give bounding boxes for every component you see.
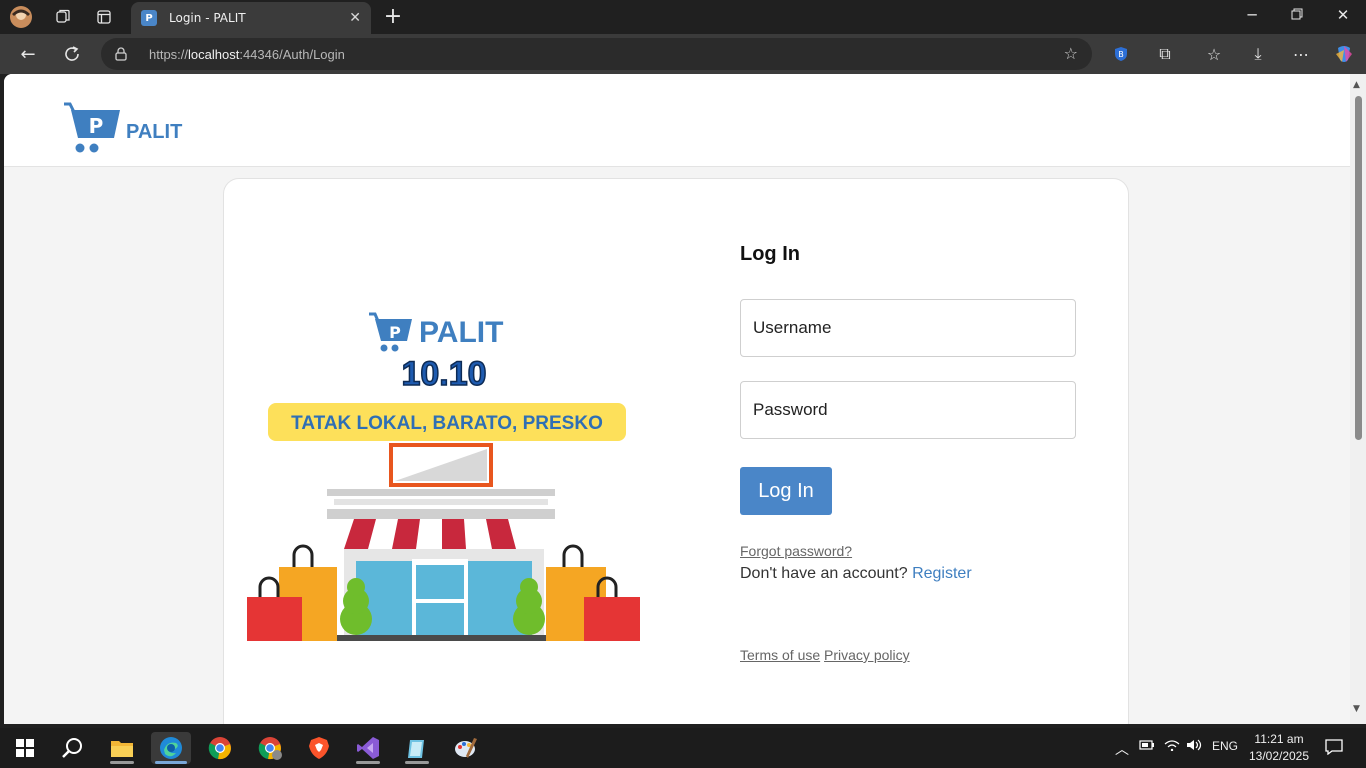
url-text: https://localhost:44346/Auth/Login	[149, 46, 345, 62]
password-input[interactable]	[740, 381, 1076, 439]
tab-title: Login - PALIT	[169, 11, 246, 25]
close-tab-icon[interactable]: ✕	[349, 10, 361, 26]
promo-brand: PALIT	[419, 316, 503, 349]
register-prompt: Don't have an account? Register	[740, 565, 972, 583]
scroll-up-icon[interactable]: ▲	[1353, 80, 1360, 90]
svg-text:P: P	[89, 114, 104, 138]
promo-store-illustration: P PALIT 10.10 TATAK LOKAL, BARATO, PRESK…	[247, 312, 640, 641]
privacy-policy-link[interactable]: Privacy policy	[824, 647, 910, 663]
file-explorer-icon[interactable]	[102, 732, 142, 764]
notepad-app-icon[interactable]	[397, 732, 437, 764]
login-card: P PALIT 10.10 TATAK LOKAL, BARATO, PRESK…	[223, 178, 1129, 724]
svg-text:B: B	[1118, 50, 1124, 59]
show-hidden-icons-chevron-up-icon[interactable]: ︿	[1115, 739, 1129, 759]
clock-date: 13/02/2025	[1248, 749, 1310, 763]
restore-icon[interactable]	[1285, 6, 1309, 24]
promo-date: 10.10	[401, 355, 486, 393]
site-header: P PALIT	[4, 74, 1350, 167]
register-link[interactable]: Register	[912, 565, 972, 582]
lock-icon[interactable]	[115, 47, 129, 61]
address-bar[interactable]: https://localhost:44346/Auth/Login ☆	[101, 38, 1092, 70]
legal-links: Terms of use Privacy policy	[740, 647, 910, 663]
copilot-icon[interactable]	[1331, 42, 1357, 66]
battery-icon[interactable]	[1139, 739, 1155, 754]
refresh-icon[interactable]	[59, 42, 85, 66]
more-menu-icon[interactable]: ⋯	[1288, 42, 1314, 66]
browser-titlebar: P Login - PALIT ✕ + ─ ✕	[0, 0, 1366, 34]
language-indicator[interactable]: ENG	[1212, 739, 1238, 753]
notepad-indicator	[405, 761, 429, 764]
notifications-icon[interactable]	[1325, 739, 1343, 758]
forgot-password-link[interactable]: Forgot password?	[740, 543, 852, 559]
volume-icon[interactable]	[1186, 739, 1204, 754]
brand-name: PALIT	[126, 120, 183, 143]
page-viewport: P PALIT P PALIT 10.10 TATAK LOKAL, BARAT…	[4, 74, 1366, 724]
system-clock[interactable]: 11:21 am 13/02/2025	[1244, 731, 1314, 765]
workspaces-icon[interactable]	[50, 5, 76, 29]
visual-studio-icon[interactable]	[348, 732, 388, 764]
favicon-icon: P	[141, 10, 157, 26]
windows-taskbar: ︿ ENG 11:21 am 13/02/2025	[0, 728, 1366, 768]
promo-cart-logo-icon: P	[369, 312, 412, 352]
downloads-icon[interactable]: ⤓	[1245, 42, 1271, 66]
browser-toolbar: ← https://localhost:44346/Auth/Login ☆ B…	[0, 34, 1366, 74]
close-window-icon[interactable]: ✕	[1331, 6, 1355, 24]
scroll-thumb[interactable]	[1355, 96, 1362, 440]
wifi-icon[interactable]	[1164, 739, 1180, 754]
search-icon[interactable]	[52, 732, 92, 764]
paint-app-icon[interactable]	[446, 732, 486, 764]
scroll-down-icon[interactable]: ▼	[1353, 704, 1360, 714]
terms-of-use-link[interactable]: Terms of use	[740, 647, 820, 663]
tab-login-palit[interactable]: P Login - PALIT ✕	[131, 2, 371, 34]
favorite-star-icon[interactable]: ☆	[1064, 44, 1078, 63]
file-explorer-indicator	[110, 761, 134, 764]
no-account-text: Don't have an account?	[740, 565, 908, 582]
svg-text:P: P	[389, 323, 401, 342]
extension-shield-icon[interactable]: B	[1108, 42, 1134, 66]
edge-icon[interactable]	[151, 732, 191, 764]
brave-icon[interactable]	[299, 732, 339, 764]
promo-tagline: TATAK LOKAL, BARATO, PRESKO	[291, 413, 603, 434]
page-scrollbar[interactable]: ▲ ▼	[1350, 74, 1366, 724]
minimize-icon[interactable]: ─	[1240, 6, 1264, 24]
new-tab-icon[interactable]: +	[380, 4, 406, 29]
favorites-icon[interactable]: ☆	[1201, 42, 1227, 66]
login-button[interactable]: Log In	[740, 467, 832, 515]
edge-active-indicator	[155, 761, 187, 764]
username-input[interactable]	[740, 299, 1076, 357]
tab-actions-icon[interactable]	[91, 5, 117, 29]
brand-logo[interactable]: P PALIT	[62, 102, 182, 154]
profile-avatar-icon[interactable]	[8, 5, 34, 29]
cart-logo-icon: P	[64, 102, 120, 153]
chrome-profile-icon[interactable]	[250, 732, 290, 764]
chrome-icon[interactable]	[200, 732, 240, 764]
extensions-puzzle-icon[interactable]: ⧉	[1152, 42, 1178, 66]
back-icon[interactable]: ←	[15, 42, 41, 66]
start-windows-icon[interactable]	[5, 732, 45, 764]
visual-studio-indicator	[356, 761, 380, 764]
login-title: Log In	[740, 243, 800, 265]
clock-time: 11:21 am	[1254, 732, 1304, 746]
